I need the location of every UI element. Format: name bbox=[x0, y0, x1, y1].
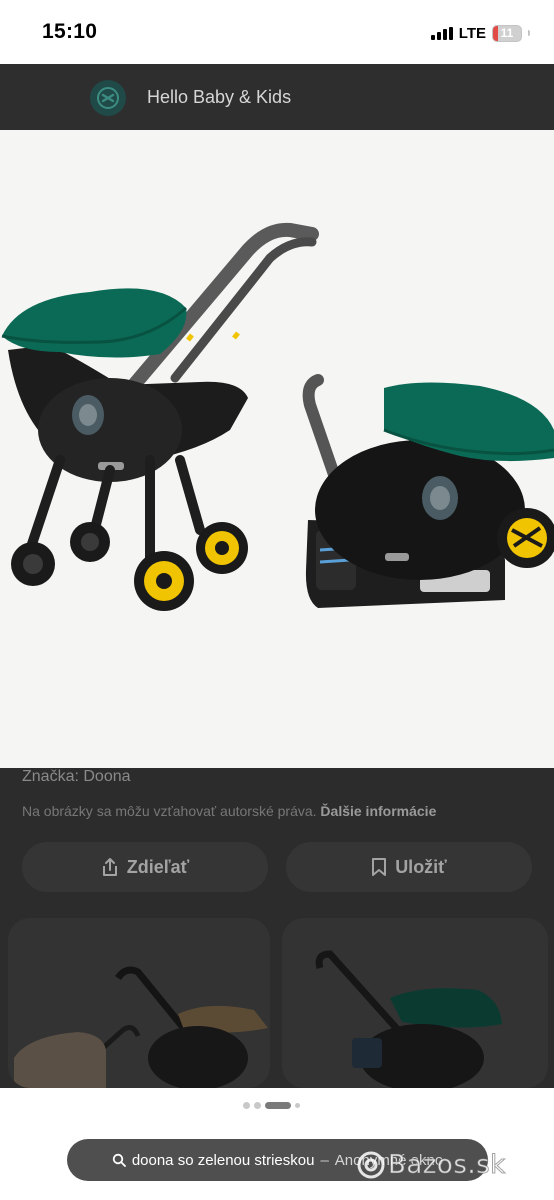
search-icon bbox=[112, 1153, 126, 1167]
url-query: doona so zelenou strieskou bbox=[131, 1151, 315, 1169]
status-time: 15:10 bbox=[42, 20, 98, 43]
copyright-text: Na obrázky sa môžu vzťahovať autorské pr… bbox=[22, 803, 317, 819]
doona-car-seat-stroller-photo[interactable] bbox=[0, 130, 554, 768]
copyright-notice: Na obrázky sa môžu vzťahovať autorské pr… bbox=[22, 803, 436, 819]
watermark-at-icon bbox=[357, 1151, 385, 1179]
share-button[interactable]: Zdieľať bbox=[22, 842, 268, 892]
url-separator: – bbox=[320, 1151, 329, 1169]
status-bar: 15:10 LTE 11 bbox=[0, 0, 554, 64]
bazos-watermark: Bazos.sk bbox=[356, 1150, 506, 1181]
related-image-thumbnail[interactable] bbox=[282, 918, 548, 1088]
carousel-dot[interactable] bbox=[295, 1103, 300, 1108]
hello-baby-logo-icon[interactable] bbox=[90, 80, 126, 116]
save-button[interactable]: Uložiť bbox=[286, 842, 532, 892]
status-indicators: LTE 11 bbox=[430, 22, 530, 44]
carousel-dots[interactable] bbox=[243, 1102, 300, 1109]
share-icon bbox=[102, 858, 117, 876]
site-name[interactable]: Hello Baby & Kids bbox=[147, 87, 291, 108]
battery-level: 11 bbox=[500, 26, 514, 40]
save-label: Uložiť bbox=[395, 856, 447, 877]
battery-tip bbox=[528, 30, 530, 36]
more-info-link[interactable]: Ďalšie informácie bbox=[320, 803, 436, 819]
share-label: Zdieľať bbox=[126, 856, 190, 877]
signal-icon bbox=[430, 26, 453, 40]
watermark-text: Bazos.sk bbox=[388, 1150, 506, 1181]
site-header: Hello Baby & Kids bbox=[0, 64, 554, 130]
carousel-dot[interactable] bbox=[254, 1102, 261, 1109]
brand-line: Značka: Doona bbox=[22, 768, 131, 785]
related-image-thumbnail[interactable] bbox=[8, 918, 270, 1088]
battery-fill bbox=[493, 25, 498, 41]
carousel-dot-active[interactable] bbox=[265, 1102, 291, 1109]
carousel-dot[interactable] bbox=[243, 1102, 250, 1109]
battery-icon: 11 bbox=[492, 24, 522, 42]
bookmark-icon bbox=[372, 858, 387, 876]
network-type: LTE bbox=[458, 24, 486, 42]
